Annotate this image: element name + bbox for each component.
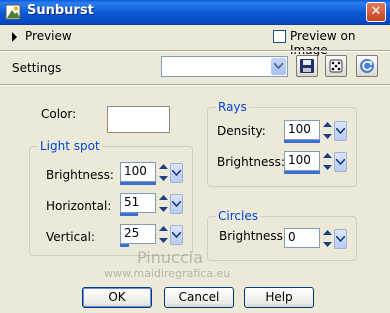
light-spot-vertical-spinner[interactable]: 25 [120, 224, 185, 248]
preview-on-image-checkbox[interactable] [273, 30, 286, 43]
cancel-button[interactable]: Cancel [164, 287, 234, 308]
up-down-arrows-icon[interactable] [157, 193, 170, 216]
chevron-down-icon[interactable] [334, 152, 347, 172]
rays-density-input[interactable]: 100 [284, 120, 320, 140]
up-down-arrows-icon[interactable] [321, 228, 334, 251]
settings-label: Settings [12, 61, 62, 75]
chevron-down-icon[interactable] [334, 121, 347, 141]
save-preset-button[interactable] [296, 55, 318, 77]
rays-brightness-spinner[interactable]: 100 [284, 151, 349, 175]
light-spot-brightness-label: Brightness: [46, 168, 114, 182]
up-down-arrows-icon[interactable] [157, 224, 170, 247]
title-bar[interactable]: Sunburst ✕ [0, 0, 390, 25]
window-title: Sunburst [27, 3, 94, 18]
chevron-down-icon[interactable] [271, 58, 286, 75]
light-spot-vertical-label: Vertical: [46, 230, 95, 244]
preview-toggle[interactable]: Preview [25, 29, 72, 43]
rays-group: Rays [207, 100, 357, 187]
color-label: Color: [41, 107, 77, 121]
chevron-down-icon[interactable] [170, 163, 183, 183]
reset-button[interactable] [356, 55, 378, 77]
divider [0, 84, 390, 86]
watermark-url: www.maidiregrafica.eu [104, 267, 231, 280]
rays-density-slider[interactable] [284, 140, 320, 143]
light-spot-brightness-input[interactable]: 100 [120, 162, 156, 182]
rays-density-spinner[interactable]: 100 [284, 120, 349, 144]
up-down-arrows-icon[interactable] [157, 162, 170, 185]
app-icon [5, 4, 21, 20]
rays-brightness-input[interactable]: 100 [284, 151, 320, 171]
light-spot-title: Light spot [38, 139, 102, 153]
randomize-button[interactable] [325, 55, 347, 77]
chevron-down-icon[interactable] [334, 229, 347, 249]
chevron-down-icon[interactable] [170, 225, 183, 245]
rays-density-label: Density: [217, 124, 266, 138]
circles-brightness-spinner[interactable]: 0 [284, 228, 349, 252]
close-icon: ✕ [370, 4, 382, 19]
chevron-down-icon[interactable] [170, 194, 183, 214]
circles-title: Circles [216, 209, 260, 223]
expand-triangle-icon[interactable] [12, 32, 17, 42]
light-spot-vertical-input[interactable]: 25 [120, 224, 156, 244]
rays-brightness-slider[interactable] [284, 171, 320, 174]
ok-button[interactable]: OK [82, 287, 152, 308]
light-spot-brightness-slider[interactable] [120, 182, 156, 185]
light-spot-horizontal-spinner[interactable]: 51 [120, 193, 185, 217]
up-down-arrows-icon[interactable] [321, 151, 334, 174]
rays-title: Rays [216, 100, 249, 114]
divider [0, 50, 390, 52]
preview-on-image-label: Preview on Image [290, 29, 356, 57]
light-spot-horizontal-input[interactable]: 51 [120, 193, 156, 213]
light-spot-horizontal-slider[interactable] [120, 213, 138, 216]
sunburst-dialog: Sunburst ✕ Preview Preview on Image Sett… [0, 0, 390, 313]
light-spot-horizontal-label: Horizontal: [46, 199, 112, 213]
light-spot-brightness-spinner[interactable]: 100 [120, 162, 185, 186]
preview-row: Preview Preview on Image [0, 25, 390, 57]
color-swatch[interactable] [107, 106, 170, 133]
watermark-name: Pinuccia [137, 248, 203, 267]
circles-brightness-input[interactable]: 0 [284, 228, 320, 248]
circles-brightness-label: Brightness: [219, 229, 287, 243]
light-spot-vertical-slider[interactable] [120, 244, 129, 247]
help-button[interactable]: Help [244, 287, 314, 308]
up-down-arrows-icon[interactable] [321, 120, 334, 143]
close-button[interactable]: ✕ [366, 2, 386, 22]
settings-dropdown[interactable] [161, 56, 288, 77]
rays-brightness-label: Brightness: [217, 155, 285, 169]
